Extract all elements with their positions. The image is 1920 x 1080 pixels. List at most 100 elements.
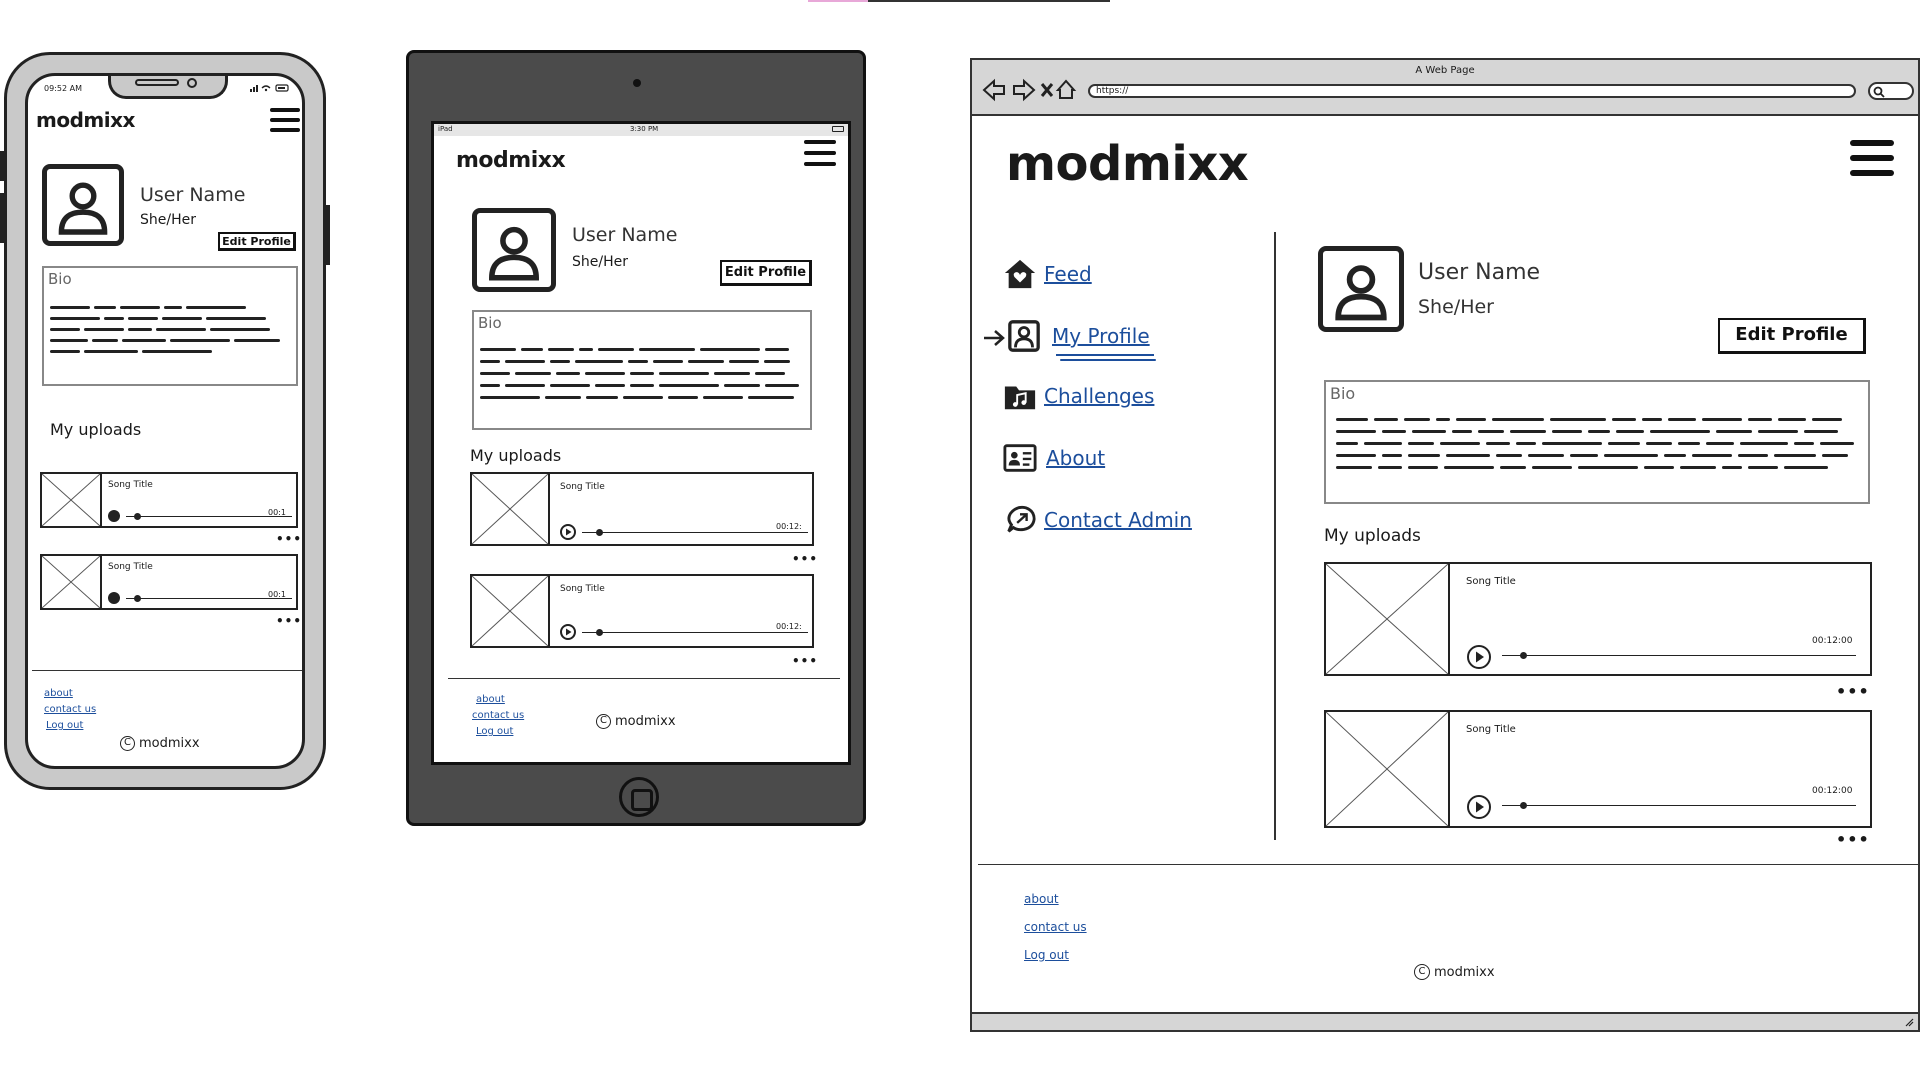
app-logo[interactable]: modmixx bbox=[36, 108, 135, 132]
footer-about-link[interactable]: about bbox=[44, 688, 73, 699]
song-time: 00:12: bbox=[776, 522, 802, 531]
more-options-icon[interactable]: ••• bbox=[792, 654, 818, 668]
accent-dark bbox=[868, 0, 1110, 2]
user-avatar-icon bbox=[58, 182, 108, 235]
forward-icon bbox=[1013, 78, 1036, 102]
phone-status-icons bbox=[250, 83, 292, 95]
song-thumbnail-placeholder bbox=[472, 474, 550, 544]
browser-search-field[interactable] bbox=[1868, 82, 1914, 100]
edit-profile-button[interactable]: Edit Profile bbox=[720, 260, 812, 286]
hamburger-menu-icon[interactable] bbox=[270, 108, 300, 132]
tablet-mockup: iPad 3:30 PM modmixx User Name She/Her E… bbox=[406, 50, 866, 826]
footer-logout-link[interactable]: Log out bbox=[476, 726, 513, 737]
nav-item-about[interactable]: About bbox=[1002, 440, 1105, 476]
chat-bubble-icon bbox=[1002, 502, 1038, 538]
bio-label: Bio bbox=[1330, 384, 1356, 403]
progress-track[interactable] bbox=[582, 632, 808, 633]
progress-track[interactable] bbox=[1502, 805, 1856, 806]
nav-label-contact-admin[interactable]: Contact Admin bbox=[1044, 508, 1192, 532]
progress-handle[interactable] bbox=[596, 529, 603, 536]
phone-power-button bbox=[325, 205, 330, 265]
bio-box: Bio bbox=[472, 310, 812, 430]
progress-track[interactable] bbox=[582, 532, 808, 533]
more-options-icon[interactable]: ••• bbox=[276, 614, 302, 628]
play-button-icon[interactable] bbox=[1466, 644, 1492, 670]
tablet-camera bbox=[633, 79, 641, 87]
resize-grip-icon[interactable] bbox=[1904, 1017, 1914, 1027]
song-thumbnail-placeholder bbox=[472, 576, 550, 646]
progress-track[interactable] bbox=[1502, 655, 1856, 656]
footer-about-link[interactable]: about bbox=[1024, 892, 1059, 906]
house-heart-icon bbox=[1002, 256, 1038, 292]
nav-label-challenges[interactable]: Challenges bbox=[1044, 384, 1154, 408]
song-thumbnail-placeholder bbox=[1326, 564, 1450, 674]
progress-handle[interactable] bbox=[596, 629, 603, 636]
copyright: C modmixx bbox=[1414, 964, 1495, 980]
progress-handle[interactable] bbox=[1520, 802, 1527, 809]
nav-label-my-profile[interactable]: My Profile bbox=[1052, 324, 1150, 348]
copyright-text: modmixx bbox=[1434, 964, 1495, 980]
more-options-icon[interactable]: ••• bbox=[792, 552, 818, 566]
progress-handle[interactable] bbox=[1520, 652, 1527, 659]
phone-speaker bbox=[135, 79, 179, 86]
song-card[interactable]: Song Title 00:12:00 bbox=[1324, 710, 1872, 828]
sidebar-divider bbox=[1274, 232, 1276, 840]
footer-contact-link[interactable]: contact us bbox=[1024, 920, 1087, 934]
id-card-icon bbox=[1002, 440, 1038, 476]
song-title: Song Title bbox=[108, 480, 153, 490]
bio-label: Bio bbox=[478, 314, 502, 332]
nav-item-feed[interactable]: Feed bbox=[1002, 256, 1092, 292]
pronouns: She/Her bbox=[572, 254, 628, 270]
song-card[interactable]: Song Title 00:12: bbox=[470, 472, 814, 546]
pronouns: She/Her bbox=[140, 212, 196, 228]
song-card[interactable]: Song Title 00:12:00 bbox=[1324, 562, 1872, 676]
battery-icon bbox=[832, 126, 844, 132]
song-card[interactable]: Song Title 00:12: bbox=[470, 574, 814, 648]
nav-item-contact-admin[interactable]: Contact Admin bbox=[1002, 502, 1192, 538]
browser-nav-icons bbox=[982, 78, 1077, 102]
avatar bbox=[42, 164, 124, 246]
app-logo[interactable]: modmixx bbox=[456, 148, 566, 173]
song-card[interactable]: Song Title 00:1 bbox=[40, 554, 298, 610]
address-bar[interactable]: https:// bbox=[1088, 84, 1856, 98]
footer-divider bbox=[448, 678, 840, 679]
footer-divider bbox=[978, 864, 1918, 865]
song-thumbnail-placeholder bbox=[42, 474, 102, 526]
more-options-icon[interactable]: ••• bbox=[1836, 830, 1870, 849]
play-button-icon[interactable] bbox=[560, 624, 576, 640]
nav-item-my-profile[interactable]: My Profile bbox=[1006, 318, 1150, 354]
play-button-icon[interactable] bbox=[560, 524, 576, 540]
play-button-icon[interactable] bbox=[108, 592, 120, 604]
play-button-icon[interactable] bbox=[108, 510, 120, 522]
footer-logout-link[interactable]: Log out bbox=[1024, 948, 1069, 962]
browser-toolbar: A Web Page https:// bbox=[972, 60, 1918, 116]
user-avatar-icon bbox=[489, 226, 539, 281]
edit-profile-button[interactable]: Edit Profile bbox=[218, 232, 296, 251]
nav-label-about[interactable]: About bbox=[1046, 446, 1105, 470]
browser-status-bar bbox=[972, 1012, 1918, 1030]
footer-about-link[interactable]: about bbox=[476, 694, 505, 705]
song-card[interactable]: Song Title 00:1 bbox=[40, 472, 298, 528]
footer-contact-link[interactable]: contact us bbox=[44, 704, 96, 715]
browser-window: A Web Page https:// modmixx Feed My Prof… bbox=[970, 58, 1920, 1032]
nav-item-challenges[interactable]: Challenges bbox=[1002, 378, 1154, 414]
tablet-home-button[interactable] bbox=[619, 777, 659, 817]
nav-label-feed[interactable]: Feed bbox=[1044, 262, 1092, 286]
active-underline bbox=[1056, 354, 1154, 356]
my-uploads-heading: My uploads bbox=[1324, 526, 1421, 546]
current-page-arrow-icon bbox=[984, 330, 1005, 346]
tablet-status-time: 3:30 PM bbox=[630, 125, 659, 133]
more-options-icon[interactable]: ••• bbox=[1836, 682, 1870, 701]
app-logo[interactable]: modmixx bbox=[1006, 136, 1249, 192]
edit-profile-button[interactable]: Edit Profile bbox=[1718, 318, 1866, 354]
song-title: Song Title bbox=[1466, 576, 1516, 587]
progress-handle[interactable] bbox=[134, 595, 141, 602]
song-thumbnail-placeholder bbox=[42, 556, 102, 608]
hamburger-menu-icon[interactable] bbox=[1850, 140, 1894, 176]
footer-logout-link[interactable]: Log out bbox=[46, 720, 83, 731]
hamburger-menu-icon[interactable] bbox=[804, 140, 836, 166]
progress-handle[interactable] bbox=[134, 513, 141, 520]
footer-contact-link[interactable]: contact us bbox=[472, 710, 524, 721]
more-options-icon[interactable]: ••• bbox=[276, 532, 302, 546]
play-button-icon[interactable] bbox=[1466, 794, 1492, 820]
